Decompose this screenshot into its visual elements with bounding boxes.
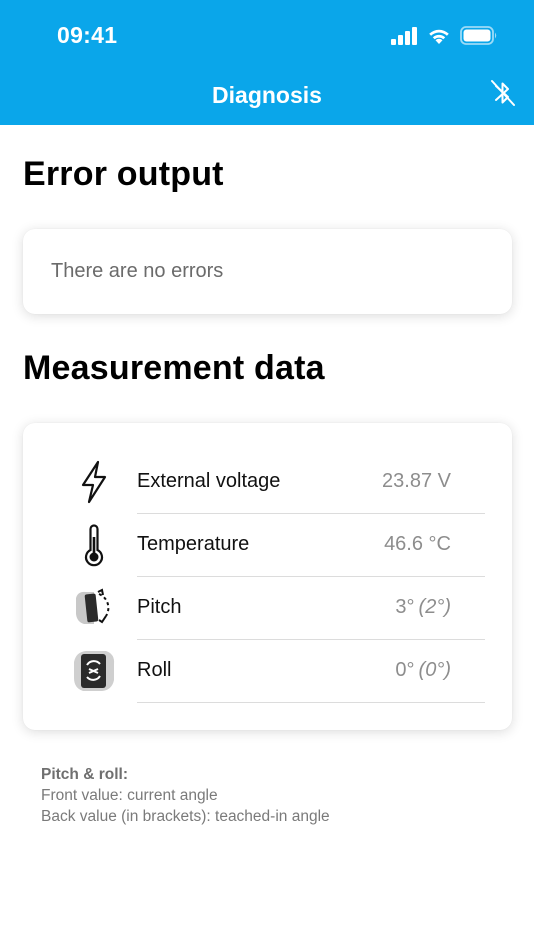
measurement-label: Pitch xyxy=(137,596,182,618)
measurement-label: External voltage xyxy=(137,470,281,492)
roll-icon xyxy=(71,648,117,694)
lightning-icon xyxy=(71,459,117,505)
error-message: There are no errors xyxy=(51,260,224,282)
wifi-icon xyxy=(427,27,451,50)
measurement-value-main: 23.87 V xyxy=(382,470,451,492)
measurement-value-main: 46.6 °C xyxy=(384,533,451,555)
status-time: 09:41 xyxy=(57,22,118,48)
top-bar: 09:41 Diagnosis xyxy=(0,0,534,125)
measurement-row-roll: Roll 0° (0°) xyxy=(23,640,512,703)
measurement-row-temperature: Temperature 46.6 °C xyxy=(23,514,512,577)
measurement-data-card: External voltage 23.87 V Temperature 46.… xyxy=(23,423,512,730)
measurement-value: 3° (2°) xyxy=(395,596,451,619)
measurement-label: Temperature xyxy=(137,533,250,555)
pitch-roll-footnote: Pitch & roll: Front value: current angle… xyxy=(41,764,330,827)
signal-icon xyxy=(391,26,418,50)
row-divider xyxy=(137,702,485,703)
page-title: Diagnosis xyxy=(212,82,322,108)
measurement-value-main: 0° xyxy=(395,659,415,681)
battery-icon xyxy=(460,26,498,50)
measurement-label: Roll xyxy=(137,659,172,681)
footnote-line-front: Front value: current angle xyxy=(41,787,218,804)
measurement-row-voltage: External voltage 23.87 V xyxy=(23,451,512,514)
measurement-value-taught: (0°) xyxy=(418,659,451,681)
pitch-icon xyxy=(71,585,117,631)
measurement-row-pitch: Pitch 3° (2°) xyxy=(23,577,512,640)
measurement-value-taught: (2°) xyxy=(418,596,451,618)
error-output-card: There are no errors xyxy=(23,229,512,314)
bluetooth-off-icon xyxy=(489,78,517,113)
measurement-value: 46.6 °C xyxy=(384,533,451,556)
measurement-value: 23.87 V xyxy=(382,470,451,493)
measurement-data-heading: Measurement data xyxy=(23,349,325,387)
footnote-line-back: Back value (in brackets): teached-in ang… xyxy=(41,808,330,825)
thermometer-icon xyxy=(71,522,117,568)
measurement-value-main: 3° xyxy=(395,596,415,618)
status-icons xyxy=(391,26,498,50)
bluetooth-button[interactable] xyxy=(488,78,518,113)
footnote-title: Pitch & roll: xyxy=(41,766,128,783)
measurement-value: 0° (0°) xyxy=(395,659,451,682)
error-output-heading: Error output xyxy=(23,155,224,193)
